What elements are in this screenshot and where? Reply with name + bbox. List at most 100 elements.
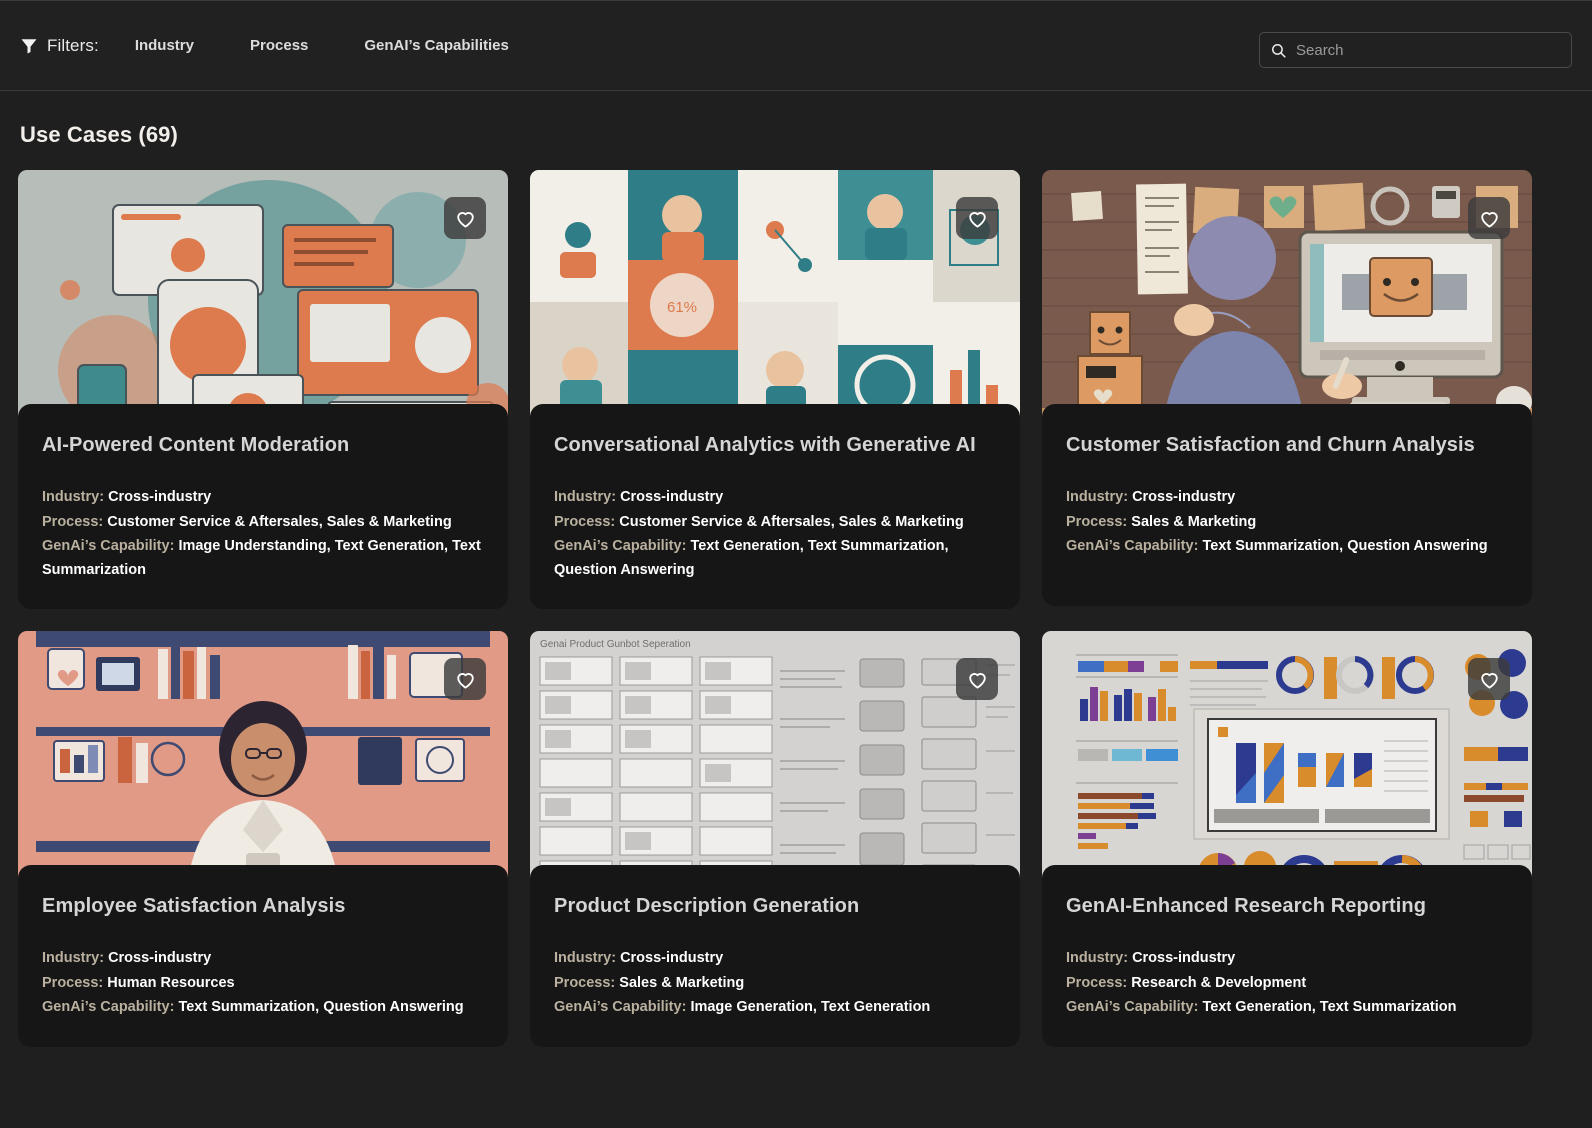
favorite-button[interactable] — [1468, 658, 1510, 700]
process-label: Process: — [42, 975, 107, 991]
heart-outline-icon — [454, 207, 477, 230]
toolbar-divider — [0, 90, 1592, 91]
favorite-button[interactable] — [444, 197, 486, 239]
card-body: Conversational Analytics with Generative… — [530, 404, 1020, 609]
process-value: Customer Service & Aftersales, Sales & M… — [619, 514, 963, 530]
use-case-card[interactable]: 61% — [530, 170, 1020, 609]
card-capability-row: GenAi’s Capability: Image Generation, Te… — [554, 996, 996, 1020]
capability-label: GenAi’s Capability: — [554, 538, 690, 554]
process-value: Sales & Marketing — [619, 975, 744, 991]
card-process-row: Process: Research & Development — [1066, 972, 1508, 996]
capability-label: GenAi’s Capability: — [1066, 999, 1202, 1015]
heart-outline-icon — [966, 207, 989, 230]
industry-label: Industry: — [1066, 950, 1132, 966]
card-capability-row: GenAi’s Capability: Text Generation, Tex… — [1066, 996, 1508, 1020]
industry-value: Cross-industry — [620, 950, 723, 966]
process-label: Process: — [42, 514, 107, 530]
card-process-row: Process: Customer Service & Aftersales, … — [42, 511, 484, 535]
main-content: Use Cases (69) — [0, 122, 1592, 1047]
industry-label: Industry: — [42, 489, 108, 505]
heart-outline-icon — [1478, 207, 1501, 230]
use-case-grid-row-1: AI-Powered Content Moderation Industry: … — [18, 170, 1574, 609]
card-image — [18, 631, 508, 896]
use-case-card[interactable]: Customer Satisfaction and Churn Analysis… — [1042, 170, 1532, 609]
capability-value: Image Generation, Text Generation — [690, 999, 930, 1015]
card-image: 61% — [530, 170, 1020, 435]
industry-value: Cross-industry — [108, 489, 211, 505]
card-capability-row: GenAi’s Capability: Image Understanding,… — [42, 535, 484, 582]
industry-value: Cross-industry — [108, 950, 211, 966]
card-image — [1042, 170, 1532, 435]
search-icon — [1270, 42, 1287, 59]
heart-outline-icon — [966, 668, 989, 691]
card-title: Customer Satisfaction and Churn Analysis — [1066, 434, 1508, 457]
card-title: Conversational Analytics with Generative… — [554, 434, 996, 457]
industry-label: Industry: — [42, 950, 108, 966]
card-body: Product Description Generation Industry:… — [530, 865, 1020, 1047]
use-case-card[interactable]: AI-Powered Content Moderation Industry: … — [18, 170, 508, 609]
heart-outline-icon — [1478, 668, 1501, 691]
process-label: Process: — [1066, 975, 1131, 991]
card-body: Customer Satisfaction and Churn Analysis… — [1042, 404, 1532, 606]
process-value: Sales & Marketing — [1131, 514, 1256, 530]
card-capability-row: GenAi’s Capability: Text Summarization, … — [1066, 535, 1508, 559]
process-label: Process: — [554, 975, 619, 991]
use-case-card[interactable]: Employee Satisfaction Analysis Industry:… — [18, 631, 508, 1047]
process-value: Research & Development — [1131, 975, 1306, 991]
card-title: GenAI-Enhanced Research Reporting — [1066, 895, 1508, 918]
use-case-card[interactable]: GenAI-Enhanced Research Reporting Indust… — [1042, 631, 1532, 1047]
card-process-row: Process: Sales & Marketing — [554, 972, 996, 996]
card-industry-row: Industry: Cross-industry — [42, 486, 484, 510]
filter-industry[interactable]: Industry — [135, 37, 194, 54]
card-capability-row: GenAi’s Capability: Text Summarization, … — [42, 996, 484, 1020]
card-industry-row: Industry: Cross-industry — [1066, 486, 1508, 510]
svg-text:Genai Product Gunbot Seperatio: Genai Product Gunbot Seperation — [540, 639, 691, 650]
card-industry-row: Industry: Cross-industry — [554, 486, 996, 510]
card-image: Genai Product Gunbot Seperation — [530, 631, 1020, 896]
card-title: Employee Satisfaction Analysis — [42, 895, 484, 918]
industry-value: Cross-industry — [1132, 489, 1235, 505]
heart-outline-icon — [454, 668, 477, 691]
use-case-card[interactable]: Genai Product Gunbot Seperation — [530, 631, 1020, 1047]
card-process-row: Process: Customer Service & Aftersales, … — [554, 511, 996, 535]
favorite-button[interactable] — [956, 658, 998, 700]
card-capability-row: GenAi’s Capability: Text Generation, Tex… — [554, 535, 996, 582]
search-input[interactable] — [1296, 42, 1561, 59]
funnel-icon — [20, 37, 38, 55]
industry-label: Industry: — [554, 489, 620, 505]
search-box[interactable] — [1259, 32, 1572, 68]
capability-value: Text Summarization, Question Answering — [178, 999, 463, 1015]
industry-label: Industry: — [1066, 489, 1132, 505]
card-body: Employee Satisfaction Analysis Industry:… — [18, 865, 508, 1047]
favorite-button[interactable] — [1468, 197, 1510, 239]
card-process-row: Process: Human Resources — [42, 972, 484, 996]
card-industry-row: Industry: Cross-industry — [42, 947, 484, 971]
capability-value: Text Generation, Text Summarization — [1202, 999, 1456, 1015]
filter-toolbar: Filters: Industry Process GenAI’s Capabi… — [0, 1, 1592, 90]
use-case-grid-row-2: Employee Satisfaction Analysis Industry:… — [18, 631, 1574, 1047]
card-industry-row: Industry: Cross-industry — [554, 947, 996, 971]
filters-group: Filters: Industry Process GenAI’s Capabi… — [20, 36, 509, 56]
filter-capabilities[interactable]: GenAI’s Capabilities — [364, 37, 509, 54]
capability-label: GenAi’s Capability: — [1066, 538, 1202, 554]
card-industry-row: Industry: Cross-industry — [1066, 947, 1508, 971]
svg-text:61%: 61% — [667, 299, 697, 316]
industry-value: Cross-industry — [1132, 950, 1235, 966]
card-process-row: Process: Sales & Marketing — [1066, 511, 1508, 535]
favorite-button[interactable] — [956, 197, 998, 239]
industry-label: Industry: — [554, 950, 620, 966]
capability-label: GenAi’s Capability: — [554, 999, 690, 1015]
process-value: Customer Service & Aftersales, Sales & M… — [107, 514, 451, 530]
favorite-button[interactable] — [444, 658, 486, 700]
capability-label: GenAi’s Capability: — [42, 538, 178, 554]
filters-label: Filters: — [47, 36, 99, 56]
filter-process[interactable]: Process — [250, 37, 308, 54]
card-body: GenAI-Enhanced Research Reporting Indust… — [1042, 865, 1532, 1047]
capability-value: Text Summarization, Question Answering — [1202, 538, 1487, 554]
capability-label: GenAi’s Capability: — [42, 999, 178, 1015]
process-value: Human Resources — [107, 975, 234, 991]
industry-value: Cross-industry — [620, 489, 723, 505]
process-label: Process: — [554, 514, 619, 530]
card-title: AI-Powered Content Moderation — [42, 434, 484, 457]
page-title: Use Cases (69) — [20, 122, 1574, 148]
